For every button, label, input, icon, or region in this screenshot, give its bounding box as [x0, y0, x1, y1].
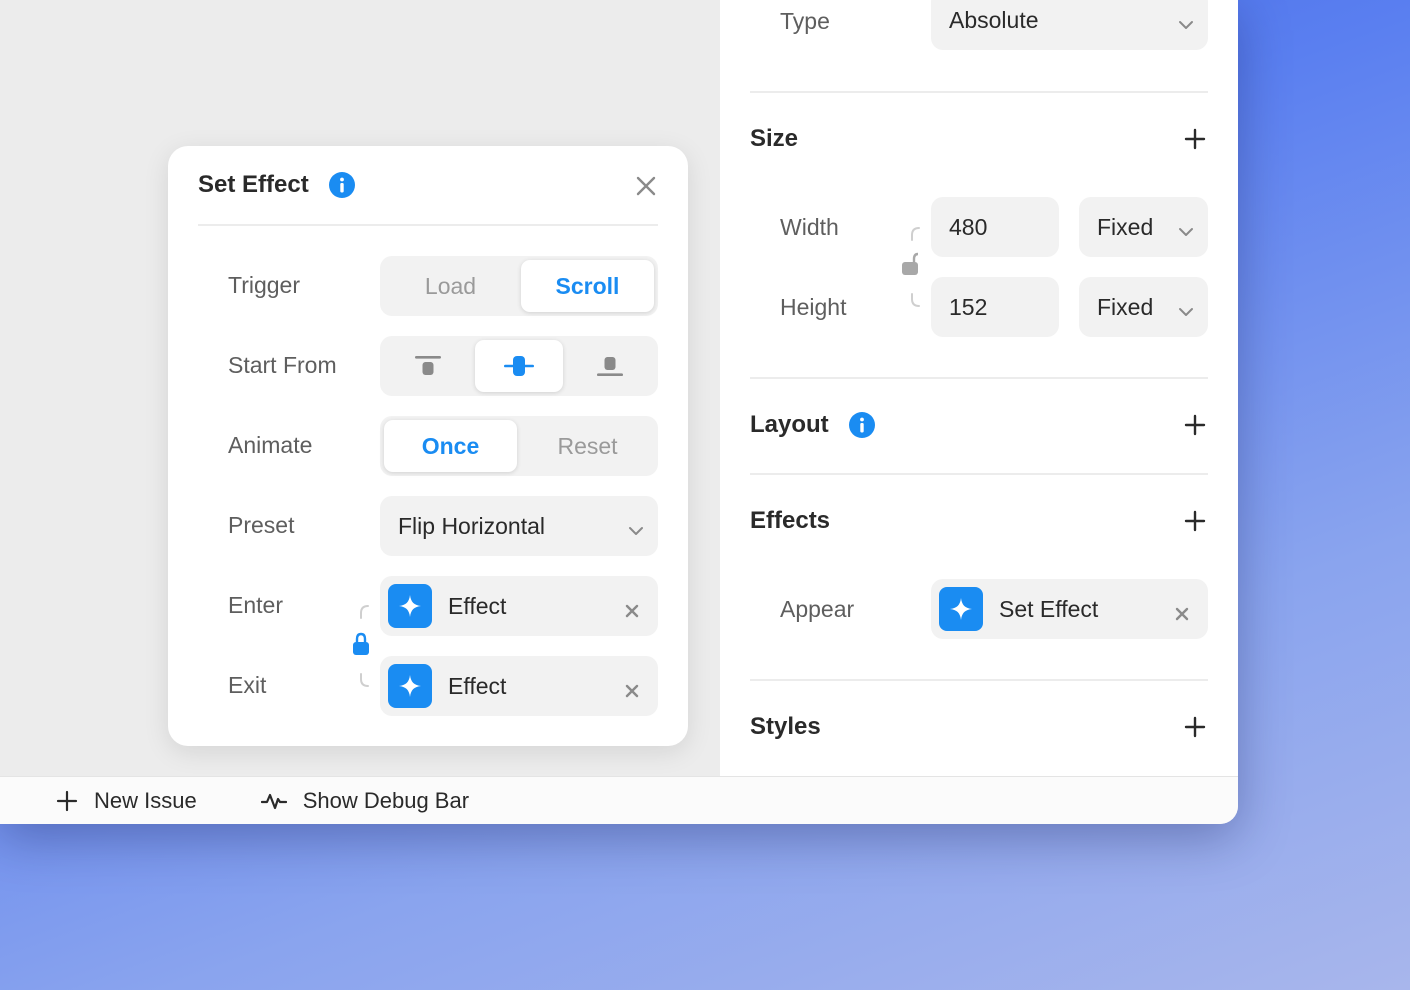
- styles-section-title: Styles: [750, 713, 821, 741]
- align-bottom-icon[interactable]: [566, 340, 654, 392]
- start-from-label: Start From: [228, 352, 337, 378]
- align-center-icon[interactable]: [475, 340, 563, 392]
- styles-title: Styles: [750, 713, 821, 740]
- set-effect-dialog: Set Effect Trigger Load Scroll Start Fro…: [168, 146, 688, 746]
- trigger-segmented-control: Load Scroll: [380, 256, 658, 316]
- debug-label: Show Debug Bar: [302, 787, 470, 813]
- divider: [750, 679, 1208, 681]
- effects-title: Effects: [750, 507, 831, 534]
- exit-effect-value: Effect: [448, 672, 507, 699]
- exit-label: Exit: [228, 672, 267, 698]
- chevron-down-icon: [628, 518, 644, 545]
- bottom-bar: New Issue Show Debug Bar: [0, 776, 1238, 824]
- height-input[interactable]: 152: [931, 277, 1059, 337]
- remove-icon[interactable]: [624, 598, 640, 618]
- type-dropdown[interactable]: Absolute: [931, 0, 1208, 50]
- height-value: 152: [949, 293, 988, 320]
- dialog-title: Set Effect: [198, 171, 309, 198]
- divider: [750, 91, 1208, 93]
- appear-label: Appear: [780, 596, 855, 622]
- app-window: Set Effect Trigger Load Scroll Start Fro…: [0, 0, 1238, 824]
- inspector-panel: Type Absolute Size Width 480 Fixed Heigh…: [720, 0, 1238, 776]
- enter-effect-chip[interactable]: Effect: [380, 576, 658, 636]
- align-top-icon[interactable]: [384, 340, 472, 392]
- preset-value: Flip Horizontal: [398, 512, 545, 539]
- enter-label: Enter: [228, 592, 283, 618]
- preset-dropdown[interactable]: Flip Horizontal: [380, 496, 658, 556]
- trigger-option-load[interactable]: Load: [384, 260, 517, 312]
- height-mode-value: Fixed: [1097, 293, 1154, 320]
- layout-title: Layout: [750, 411, 829, 438]
- animate-label: Animate: [228, 432, 313, 458]
- divider: [750, 473, 1208, 475]
- add-layout-icon[interactable]: [1184, 414, 1206, 436]
- size-title: Size: [750, 125, 799, 152]
- animate-segmented-control: Once Reset: [380, 416, 658, 476]
- sparkle-icon: [939, 587, 983, 631]
- remove-icon[interactable]: [624, 678, 640, 698]
- type-label: Type: [780, 8, 830, 34]
- info-icon[interactable]: [328, 172, 355, 198]
- dialog-header: Set Effect: [198, 146, 658, 226]
- new-issue-label: New Issue: [94, 787, 197, 813]
- show-debug-bar-button[interactable]: Show Debug Bar: [260, 787, 470, 814]
- trigger-label: Trigger: [228, 272, 300, 298]
- add-size-icon[interactable]: [1184, 128, 1206, 150]
- height-label: Height: [780, 294, 847, 320]
- add-style-icon[interactable]: [1184, 716, 1206, 738]
- lock-icon[interactable]: [350, 604, 372, 693]
- animate-option-reset[interactable]: Reset: [521, 420, 654, 472]
- width-input[interactable]: 480: [931, 197, 1059, 257]
- width-value: 480: [949, 213, 988, 240]
- canvas-area: Set Effect Trigger Load Scroll Start Fro…: [0, 0, 720, 776]
- remove-icon[interactable]: [1174, 601, 1190, 621]
- width-mode-dropdown[interactable]: Fixed: [1079, 197, 1208, 257]
- width-label: Width: [780, 214, 839, 240]
- layout-section-title: Layout: [750, 411, 875, 439]
- size-section-title: Size: [750, 125, 798, 153]
- exit-effect-chip[interactable]: Effect: [380, 656, 658, 716]
- trigger-option-scroll[interactable]: Scroll: [521, 260, 654, 312]
- animate-option-once[interactable]: Once: [384, 420, 517, 472]
- sparkle-icon: [388, 584, 432, 628]
- type-value: Absolute: [949, 6, 1039, 33]
- height-mode-dropdown[interactable]: Fixed: [1079, 277, 1208, 337]
- sparkle-icon: [388, 664, 432, 708]
- divider: [750, 377, 1208, 379]
- appear-effect-value: Set Effect: [999, 595, 1099, 622]
- effects-section-title: Effects: [750, 507, 830, 535]
- close-icon[interactable]: [634, 174, 658, 198]
- enter-effect-value: Effect: [448, 592, 507, 619]
- start-from-segmented-control: [380, 336, 658, 396]
- unlock-icon[interactable]: [899, 226, 921, 313]
- plus-icon: [56, 790, 78, 811]
- new-issue-button[interactable]: New Issue: [56, 788, 197, 814]
- activity-icon: [260, 793, 287, 809]
- appear-effect-chip[interactable]: Set Effect: [931, 579, 1208, 639]
- add-effect-icon[interactable]: [1184, 510, 1206, 532]
- chevron-down-icon: [1178, 219, 1194, 246]
- width-mode-value: Fixed: [1097, 213, 1154, 240]
- info-icon[interactable]: [848, 412, 875, 438]
- chevron-down-icon: [1178, 299, 1194, 326]
- preset-label: Preset: [228, 512, 295, 538]
- chevron-down-icon: [1178, 12, 1194, 39]
